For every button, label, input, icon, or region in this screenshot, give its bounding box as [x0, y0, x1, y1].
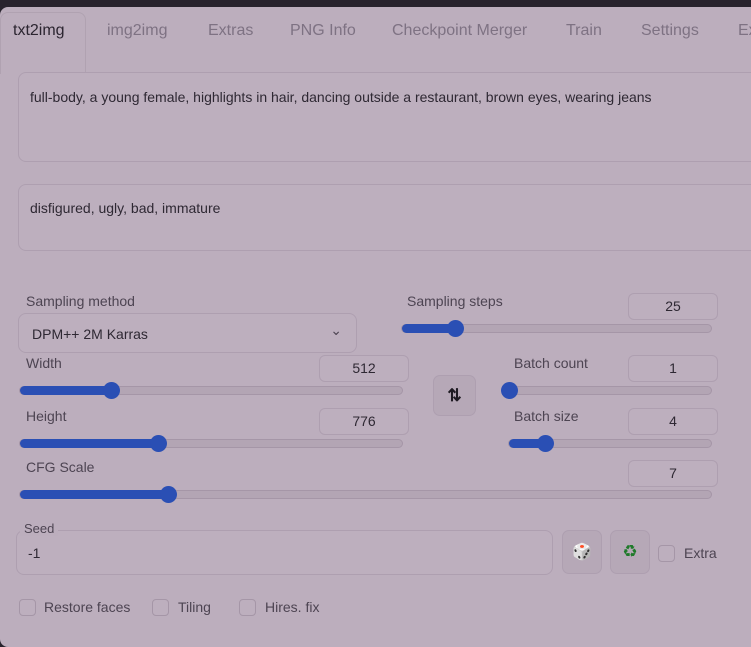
- hires-fix-label: Hires. fix: [265, 599, 320, 615]
- slider-thumb[interactable]: [446, 320, 464, 337]
- tab-train[interactable]: Train: [566, 22, 602, 40]
- extra-label: Extra: [684, 545, 717, 561]
- recycle-icon: ♻: [622, 542, 638, 561]
- seed-value: -1: [28, 545, 41, 561]
- width-label: Width: [26, 355, 62, 371]
- height-slider[interactable]: [19, 435, 403, 452]
- slider-fill: [20, 439, 159, 448]
- seed-label: Seed: [20, 521, 59, 536]
- swap-arrows-icon: ⇅: [447, 385, 462, 405]
- width-slider[interactable]: [19, 382, 403, 399]
- batch-size-input[interactable]: 4: [628, 408, 718, 435]
- batch-size-slider[interactable]: [508, 435, 712, 452]
- negative-prompt-text: disfigured, ugly, bad, immature: [30, 200, 221, 216]
- batch-count-label: Batch count: [514, 355, 588, 371]
- sampling-steps-input[interactable]: 25: [628, 293, 718, 320]
- tab-img2img[interactable]: img2img: [107, 22, 167, 40]
- batch-count-slider[interactable]: [501, 382, 712, 399]
- negative-prompt-input[interactable]: disfigured, ugly, bad, immature: [18, 184, 751, 251]
- sampling-steps-label: Sampling steps: [407, 293, 503, 309]
- sampling-steps-slider[interactable]: [401, 320, 712, 337]
- height-label: Height: [26, 408, 67, 424]
- cfg-scale-input[interactable]: 7: [628, 460, 718, 487]
- reuse-seed-button[interactable]: ♻: [610, 530, 650, 574]
- sampling-method-value: DPM++ 2M Karras: [32, 326, 148, 342]
- tab-txt2img[interactable]: txt2img: [13, 22, 65, 40]
- prompt-text: full-body, a young female, highlights in…: [30, 89, 652, 105]
- dice-icon: 🎲: [572, 544, 592, 561]
- cfg-scale-slider[interactable]: [19, 486, 712, 503]
- seed-input[interactable]: -1: [16, 530, 553, 575]
- slider-thumb[interactable]: [501, 382, 518, 399]
- tab-settings[interactable]: Settings: [641, 22, 699, 40]
- slider-fill: [20, 490, 168, 499]
- extra-checkbox[interactable]: [658, 545, 675, 562]
- height-input[interactable]: 776: [319, 408, 409, 435]
- sampling-method-label: Sampling method: [26, 293, 135, 309]
- tab-extensions[interactable]: Ex: [738, 22, 751, 40]
- tab-extras[interactable]: Extras: [208, 22, 253, 40]
- sampling-method-dropdown[interactable]: DPM++ 2M Karras ⌄: [18, 313, 357, 353]
- batch-size-label: Batch size: [514, 408, 579, 424]
- slider-thumb[interactable]: [102, 382, 120, 399]
- batch-count-input[interactable]: 1: [628, 355, 718, 382]
- hires-fix-checkbox[interactable]: [239, 599, 256, 616]
- tab-checkpoint-merger[interactable]: Checkpoint Merger: [392, 22, 527, 40]
- slider-thumb[interactable]: [159, 486, 177, 503]
- chevron-down-icon: ⌄: [330, 322, 342, 338]
- restore-faces-label: Restore faces: [44, 599, 131, 615]
- restore-faces-checkbox[interactable]: [19, 599, 36, 616]
- width-input[interactable]: 512: [319, 355, 409, 382]
- tiling-checkbox[interactable]: [152, 599, 169, 616]
- tiling-label: Tiling: [178, 599, 211, 615]
- slider-fill: [20, 386, 111, 395]
- random-seed-button[interactable]: 🎲: [562, 530, 602, 574]
- swap-dimensions-button[interactable]: ⇅: [433, 375, 476, 416]
- cfg-scale-label: CFG Scale: [26, 459, 95, 475]
- tab-png-info[interactable]: PNG Info: [290, 22, 356, 40]
- prompt-input[interactable]: full-body, a young female, highlights in…: [18, 72, 751, 162]
